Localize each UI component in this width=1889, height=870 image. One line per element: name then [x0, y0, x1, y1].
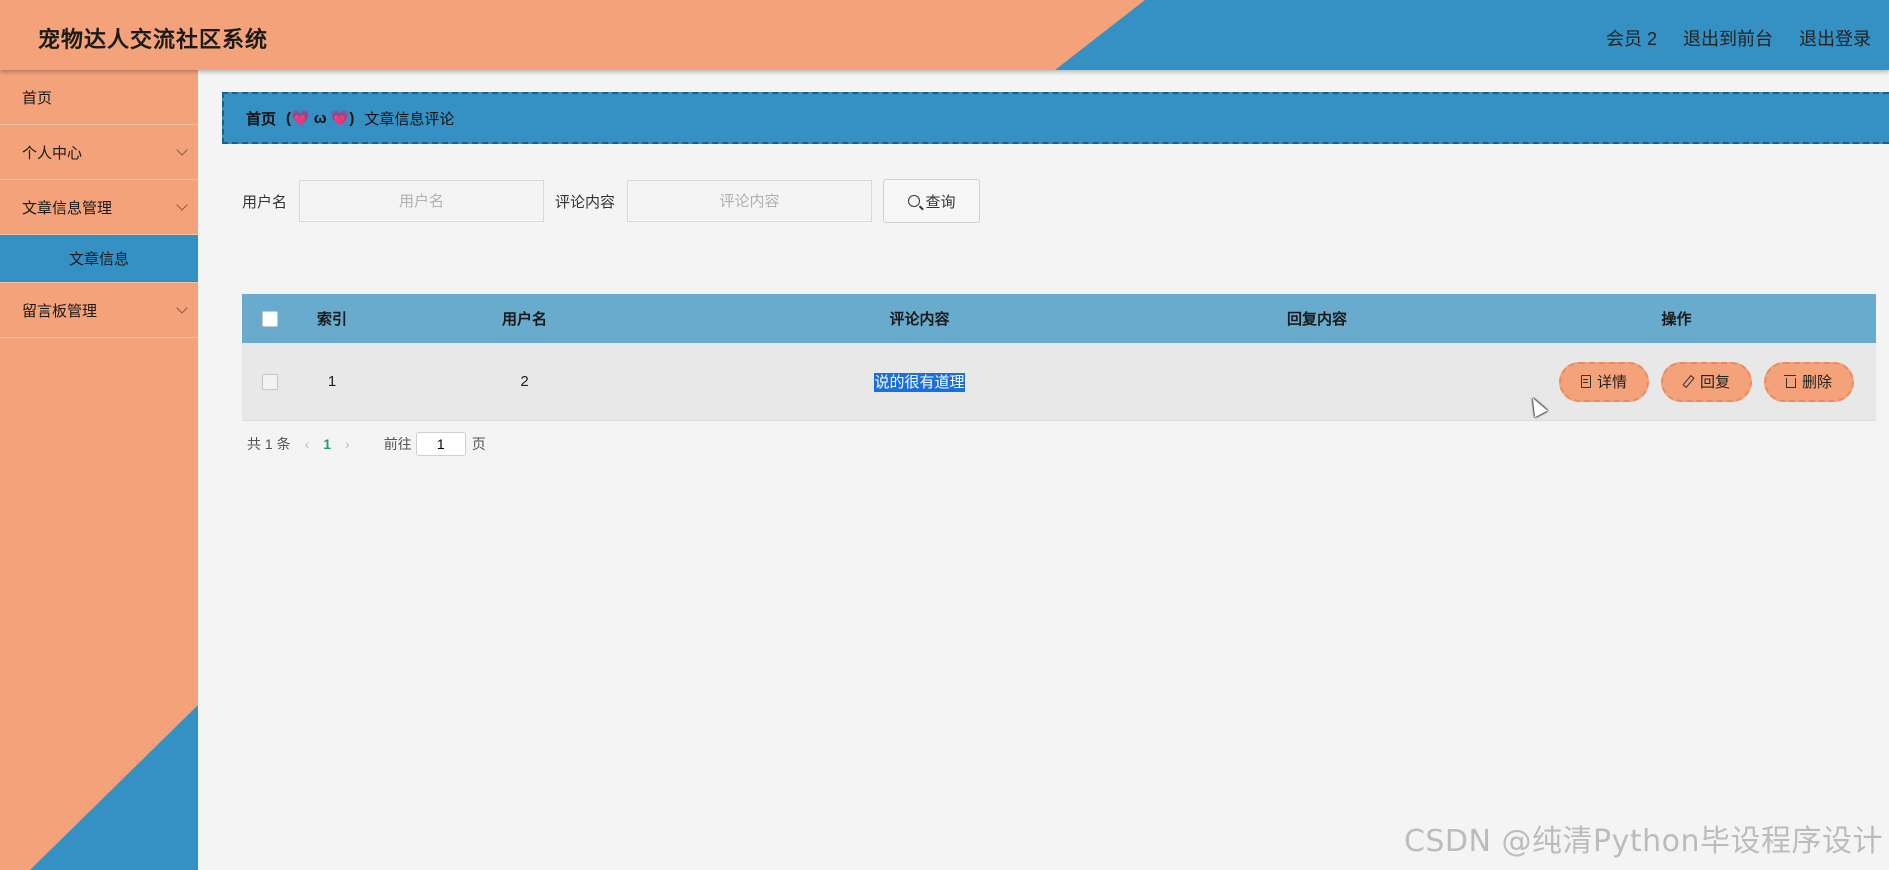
column-header-actions: 操作: [1661, 311, 1692, 328]
delete-button[interactable]: 删除: [1763, 361, 1854, 402]
delete-button-label: 删除: [1801, 374, 1832, 391]
sidebar-item-home[interactable]: 首页: [0, 70, 198, 125]
search-button-label: 查询: [925, 193, 956, 211]
username-search-input[interactable]: [299, 180, 545, 222]
username-label: 用户名: [242, 193, 288, 211]
chevron-down-icon: [176, 302, 188, 314]
sidebar-subitem-article-info[interactable]: 文章信息: [0, 235, 198, 283]
search-icon: [907, 195, 920, 207]
back-to-frontend-link[interactable]: 退出到前台: [1683, 25, 1773, 51]
total-count: 共 1 条: [247, 436, 291, 452]
edit-icon: [1682, 374, 1695, 389]
column-header-reply: 回复内容: [1286, 311, 1347, 328]
goto-label: 前往: [383, 436, 412, 452]
sidebar: 首页 个人中心 文章信息管理 文章信息 留言板管理: [0, 70, 198, 870]
table-header: 索引 用户名 评论内容 回复内容 操作: [242, 294, 1876, 343]
row-checkbox[interactable]: [261, 373, 278, 390]
app-title: 宠物达人交流社区系统: [38, 27, 269, 52]
search-button[interactable]: 查询: [883, 179, 981, 223]
next-page-icon[interactable]: ›: [345, 436, 350, 452]
select-all-checkbox[interactable]: [261, 310, 278, 327]
cell-comment: 说的很有道理: [874, 373, 965, 392]
breadcrumb-separator: (💗 ω 💗): [286, 110, 355, 127]
header-links: 会员 2 退出到前台 退出登录: [1606, 25, 1871, 51]
details-button-label: 详情: [1596, 374, 1627, 391]
logout-link[interactable]: 退出登录: [1799, 25, 1871, 51]
prev-page-icon[interactable]: ‹: [305, 436, 310, 452]
column-header-comment: 评论内容: [889, 311, 950, 328]
chevron-down-icon: [176, 144, 188, 156]
table-row: 1 2 说的很有道理 详情 回复 删除: [242, 343, 1876, 421]
comments-table: 索引 用户名 评论内容 回复内容 操作 1 2 说的很有道理 详情 回复 删除: [242, 294, 1876, 421]
details-button[interactable]: 详情: [1558, 361, 1649, 402]
document-icon: [1580, 375, 1591, 388]
sidebar-item-label: 首页: [22, 89, 53, 107]
watermark: CSDN @纯清Python毕设程序设计: [1403, 824, 1883, 859]
comment-search-input[interactable]: [627, 180, 873, 222]
page-unit: 页: [471, 436, 486, 452]
chevron-down-icon: [176, 199, 188, 211]
breadcrumb-current: 文章信息评论: [364, 110, 455, 128]
goto-page-input[interactable]: [415, 432, 466, 456]
comment-label: 评论内容: [555, 193, 616, 211]
breadcrumb-home[interactable]: 首页: [246, 108, 276, 129]
reply-button-label: 回复: [1699, 374, 1730, 391]
breadcrumb: 首页 (💗 ω 💗) 文章信息评论: [222, 92, 1889, 144]
column-header-username: 用户名: [501, 311, 547, 328]
trash-icon: [1783, 375, 1796, 388]
page-number[interactable]: 1: [323, 436, 331, 452]
sidebar-subitem-label: 文章信息: [68, 251, 129, 268]
reply-button[interactable]: 回复: [1660, 361, 1752, 402]
search-bar: 用户名 评论内容 查询: [242, 179, 981, 223]
sidebar-item-message-board[interactable]: 留言板管理: [0, 283, 198, 338]
sidebar-item-personal-center[interactable]: 个人中心: [0, 125, 198, 180]
sidebar-item-label: 文章信息管理: [22, 199, 113, 217]
cell-index: 1: [327, 373, 337, 390]
column-header-index: 索引: [316, 311, 347, 328]
top-header: 宠物达人交流社区系统 会员 2 退出到前台 退出登录: [0, 0, 1889, 70]
sidebar-item-label: 个人中心: [22, 144, 83, 162]
sidebar-item-article-management[interactable]: 文章信息管理: [0, 180, 198, 235]
member-link[interactable]: 会员 2: [1606, 25, 1657, 51]
cell-username: 2: [520, 373, 529, 390]
pagination: 共 1 条 ‹ 1 › 前往 页: [247, 432, 486, 456]
sidebar-item-label: 留言板管理: [22, 302, 98, 320]
